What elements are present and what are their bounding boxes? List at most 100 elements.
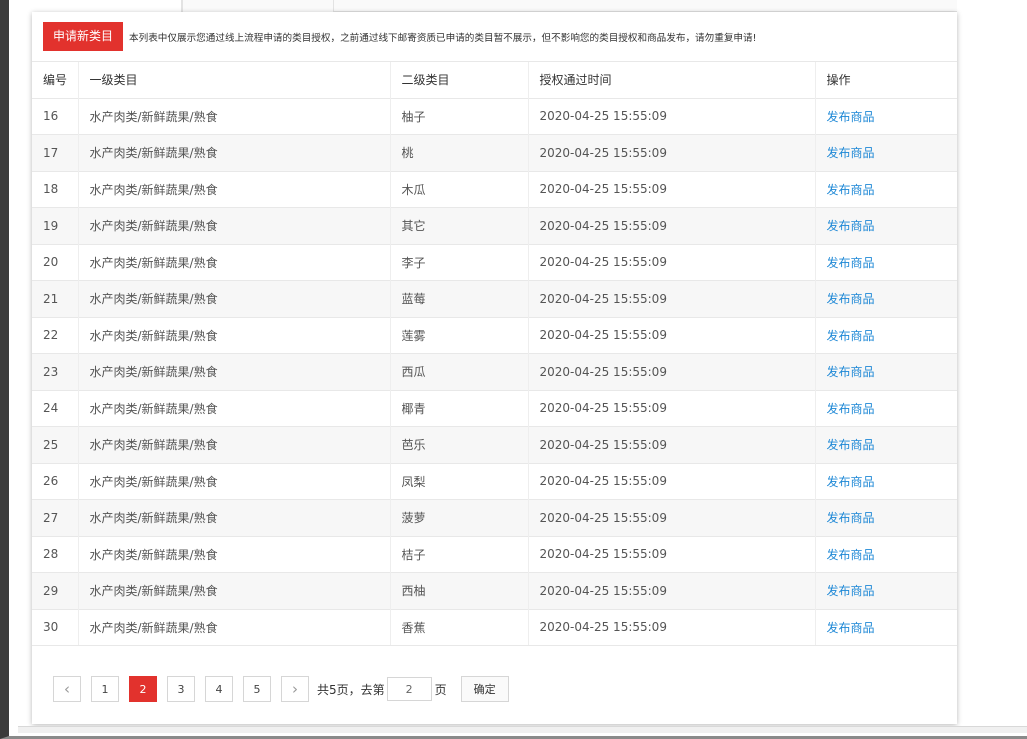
cell-category-1: 水产肉类/新鲜蔬果/熟食: [77, 462, 390, 500]
publish-product-link[interactable]: 发布商品: [827, 256, 875, 270]
table-row: 23 水产肉类/新鲜蔬果/熟食 西瓜 2020-04-25 15:55:09 发布商品: [32, 353, 957, 390]
cell-id: 23: [32, 353, 78, 390]
category-table: 编号 一级类目 二级类目 授权通过时间 操作 16 水产肉类/新鲜蔬果/熟食 柚子 2…: [32, 61, 957, 646]
table-row: 20 水产肉类/新鲜蔬果/熟食 李子 2020-04-25 15:55:09 发布商品: [32, 243, 957, 281]
pagination: ‹ 1 2 3 4 5 › 共5页，去第 页 确定: [53, 675, 509, 703]
cell-category-2: 李子: [389, 243, 528, 281]
cell-category-1: 水产肉类/新鲜蔬果/熟食: [77, 426, 390, 463]
cell-category-1: 水产肉类/新鲜蔬果/熟食: [77, 134, 390, 171]
chevron-left-icon: ‹: [64, 680, 70, 698]
cell-id: 20: [32, 243, 78, 281]
table-row: 18 水产肉类/新鲜蔬果/熟食 木瓜 2020-04-25 15:55:09 发布商品: [32, 170, 957, 208]
publish-product-link[interactable]: 发布商品: [827, 219, 875, 233]
publish-product-link-cell: 发布商品: [814, 243, 957, 281]
cell-category-2: 柚子: [389, 97, 528, 135]
publish-product-link[interactable]: 发布商品: [827, 402, 875, 416]
goto-confirm-button[interactable]: 确定: [460, 676, 509, 702]
cell-category-1: 水产肉类/新鲜蔬果/熟食: [77, 572, 390, 609]
cell-id: 24: [32, 389, 78, 427]
page-5-button[interactable]: 5: [243, 676, 271, 702]
table-row: 30 水产肉类/新鲜蔬果/熟食 香蕉 2020-04-25 15:55:09 发布商品: [32, 608, 957, 646]
page-1-button[interactable]: 1: [91, 676, 119, 702]
cell-category-2: 椰青: [389, 389, 528, 427]
table-row: 28 水产肉类/新鲜蔬果/熟食 桔子 2020-04-25 15:55:09 发布商品: [32, 535, 957, 573]
cell-category-2: 莲雾: [389, 316, 528, 354]
publish-product-link-cell: 发布商品: [814, 608, 957, 646]
cell-auth-time: 2020-04-25 15:55:09: [527, 426, 815, 463]
publish-product-link[interactable]: 发布商品: [827, 292, 875, 306]
cell-auth-time: 2020-04-25 15:55:09: [527, 170, 815, 208]
table-row: 19 水产肉类/新鲜蔬果/熟食 其它 2020-04-25 15:55:09 发布商品: [32, 207, 957, 244]
cell-category-2: 蓝莓: [389, 280, 528, 317]
publish-product-link[interactable]: 发布商品: [827, 183, 875, 197]
cell-category-1: 水产肉类/新鲜蔬果/熟食: [77, 207, 390, 244]
tab-active[interactable]: [32, 0, 182, 12]
publish-product-link-cell: 发布商品: [814, 389, 957, 427]
cell-auth-time: 2020-04-25 15:55:09: [527, 572, 815, 609]
cell-category-1: 水产肉类/新鲜蔬果/熟食: [77, 170, 390, 208]
cell-id: 19: [32, 207, 78, 244]
next-page-button[interactable]: ›: [281, 676, 309, 702]
publish-product-link-cell: 发布商品: [814, 535, 957, 573]
cell-category-2: 桃: [389, 134, 528, 171]
publish-product-link[interactable]: 发布商品: [827, 584, 875, 598]
publish-product-link[interactable]: 发布商品: [827, 621, 875, 635]
cell-category-2: 桔子: [389, 535, 528, 573]
table-row: 27 水产肉类/新鲜蔬果/熟食 菠萝 2020-04-25 15:55:09 发布商品: [32, 499, 957, 536]
table-row: 25 水产肉类/新鲜蔬果/熟食 芭乐 2020-04-25 15:55:09 发布商品: [32, 426, 957, 463]
cell-id: 29: [32, 572, 78, 609]
table-row: 26 水产肉类/新鲜蔬果/熟食 凤梨 2020-04-25 15:55:09 发布商品: [32, 462, 957, 500]
cell-category-1: 水产肉类/新鲜蔬果/熟食: [77, 608, 390, 646]
publish-product-link[interactable]: 发布商品: [827, 146, 875, 160]
cell-auth-time: 2020-04-25 15:55:09: [527, 134, 815, 171]
publish-product-link-cell: 发布商品: [814, 572, 957, 609]
publish-product-link-cell: 发布商品: [814, 462, 957, 500]
goto-page-input[interactable]: [386, 677, 432, 701]
publish-product-link-cell: 发布商品: [814, 353, 957, 390]
tab-secondary[interactable]: [182, 0, 334, 12]
tab-strip-fill: [334, 0, 957, 12]
publish-product-link[interactable]: 发布商品: [827, 438, 875, 452]
cell-auth-time: 2020-04-25 15:55:09: [527, 499, 815, 536]
publish-product-link[interactable]: 发布商品: [827, 329, 875, 343]
publish-product-link[interactable]: 发布商品: [827, 475, 875, 489]
notice-bar: 申请新类目 本列表中仅展示您通过线上流程申请的类目授权，之前通过线下邮寄资质已申…: [43, 22, 756, 51]
publish-product-link-cell: 发布商品: [814, 316, 957, 354]
page-2-button[interactable]: 2: [129, 676, 157, 702]
cell-category-2: 西瓜: [389, 353, 528, 390]
cell-category-2: 芭乐: [389, 426, 528, 463]
table-row: 17 水产肉类/新鲜蔬果/熟食桃 2020-04-25 15:55:09 发布商品: [32, 134, 957, 171]
cell-auth-time: 2020-04-25 15:55:09: [527, 97, 815, 135]
cell-category-1: 水产肉类/新鲜蔬果/熟食: [77, 535, 390, 573]
cell-id: 22: [32, 316, 78, 354]
cell-id: 26: [32, 462, 78, 500]
cell-id: 21: [32, 280, 78, 317]
cell-id: 28: [32, 535, 78, 573]
page-4-button[interactable]: 4: [205, 676, 233, 702]
cell-auth-time: 2020-04-25 15:55:09: [527, 316, 815, 354]
cell-category-1: 水产肉类/新鲜蔬果/熟食: [77, 353, 390, 390]
page-3-button[interactable]: 3: [167, 676, 195, 702]
cell-auth-time: 2020-04-25 15:55:09: [527, 353, 815, 390]
publish-product-link[interactable]: 发布商品: [827, 365, 875, 379]
cell-category-2: 木瓜: [389, 170, 528, 208]
total-pages-text: 共5页，去第: [317, 682, 385, 697]
publish-product-link[interactable]: 发布商品: [827, 110, 875, 124]
table-row: 16 水产肉类/新鲜蔬果/熟食 柚子 2020-04-25 15:55:09 发布商品: [32, 97, 957, 135]
cell-auth-time: 2020-04-25 15:55:09: [527, 462, 815, 500]
cell-category-1: 水产肉类/新鲜蔬果/熟食: [77, 97, 390, 135]
prev-page-button[interactable]: ‹: [53, 676, 81, 702]
publish-product-link-cell: 发布商品: [814, 97, 957, 135]
publish-product-link[interactable]: 发布商品: [827, 548, 875, 562]
publish-product-link-cell: 发布商品: [814, 280, 957, 317]
cell-category-2: 凤梨: [389, 462, 528, 500]
cell-category-2: 香蕉: [389, 608, 528, 646]
top-tab-strip: [32, 0, 957, 12]
apply-new-category-button[interactable]: 申请新类目: [43, 22, 124, 51]
publish-product-link[interactable]: 发布商品: [827, 511, 875, 525]
cell-auth-time: 2020-04-25 15:55:09: [527, 243, 815, 281]
notice-text: 本列表中仅展示您通过线上流程申请的类目授权，之前通过线下邮寄资质已申请的类目暂不…: [129, 32, 757, 44]
header-auth-time: 授权通过时间: [527, 61, 815, 98]
cell-id: 18: [32, 170, 78, 208]
publish-product-link-cell: 发布商品: [814, 134, 957, 171]
